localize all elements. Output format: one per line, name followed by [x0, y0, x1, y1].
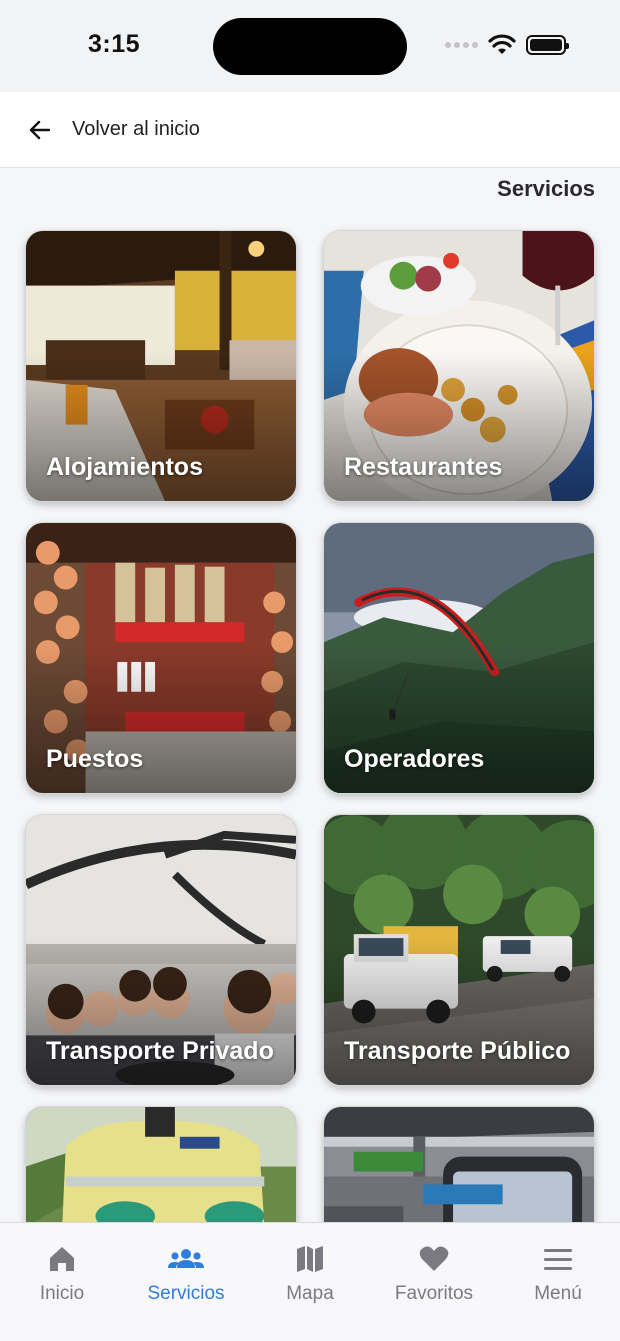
nav-header: Volver al inicio	[0, 92, 620, 168]
cellular-signal-icon	[445, 42, 478, 48]
tab-label: Favoritos	[394, 1283, 474, 1304]
dynamic-island	[213, 18, 407, 75]
service-card-transporte-privado[interactable]: Transporte Privado	[25, 814, 297, 1086]
tab-menu[interactable]: Menú	[496, 1223, 620, 1341]
tab-mapa[interactable]: Mapa	[248, 1223, 372, 1341]
users-icon	[168, 1249, 204, 1268]
card-label: Transporte Público	[344, 1037, 571, 1065]
services-grid: Alojamientos Restaurantes Puestos Operad…	[25, 230, 595, 1341]
service-card-restaurantes[interactable]: Restaurantes	[323, 230, 595, 502]
wifi-icon	[488, 34, 516, 54]
tab-label: Mapa	[286, 1283, 334, 1304]
status-bar: 3:15	[0, 0, 620, 92]
back-button-label: Volver al inicio	[72, 118, 200, 140]
back-button[interactable]: Volver al inicio	[28, 118, 200, 142]
arrow-left-icon	[29, 120, 51, 139]
service-card-operadores[interactable]: Operadores	[323, 522, 595, 794]
heart-icon	[419, 1246, 449, 1271]
battery-icon	[526, 35, 569, 55]
service-card-alojamientos[interactable]: Alojamientos	[25, 230, 297, 502]
menu-icon	[544, 1249, 572, 1270]
card-label: Transporte Privado	[46, 1037, 274, 1065]
tab-inicio[interactable]: Inicio	[0, 1223, 124, 1341]
tab-label: Servicios	[147, 1283, 225, 1304]
card-label: Restaurantes	[344, 453, 503, 481]
status-time: 3:15	[88, 30, 141, 58]
tab-favoritos[interactable]: Favoritos	[372, 1223, 496, 1341]
card-label: Puestos	[46, 745, 144, 773]
card-label: Alojamientos	[46, 453, 203, 481]
home-icon	[50, 1247, 74, 1271]
bottom-tab-bar: Inicio Servicios Mapa Favoritos Menú	[0, 1222, 620, 1341]
tab-label: Menú	[534, 1283, 582, 1304]
tab-label: Inicio	[39, 1283, 85, 1304]
service-card-puestos[interactable]: Puestos	[25, 522, 297, 794]
card-label: Operadores	[344, 745, 485, 773]
tab-servicios[interactable]: Servicios	[124, 1223, 248, 1341]
status-icons	[445, 34, 569, 56]
page-title: Servicios	[497, 176, 595, 201]
service-card-transporte-publico[interactable]: Transporte Público	[323, 814, 595, 1086]
map-icon	[297, 1246, 323, 1272]
